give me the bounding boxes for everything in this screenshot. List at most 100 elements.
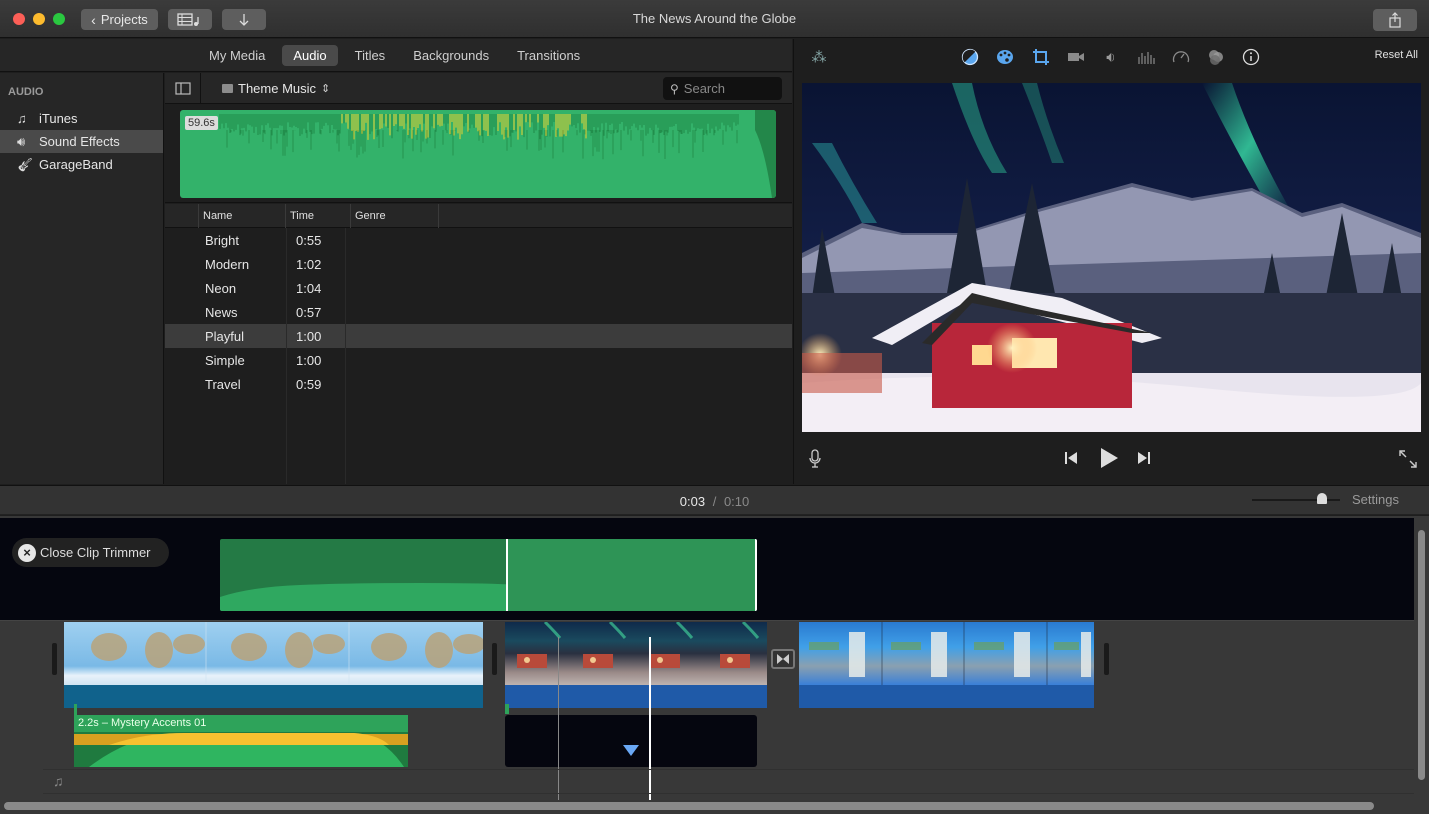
zoom-slider-thumb[interactable]: [1317, 493, 1328, 504]
music-note-icon: ♫: [17, 111, 27, 126]
audio-clip-mystery-accents[interactable]: 2.2s – Mystery Accents 01: [74, 715, 408, 767]
video-clip-northern-lights[interactable]: [505, 622, 767, 708]
tab-titles[interactable]: Titles: [344, 45, 397, 66]
transition-button[interactable]: [771, 649, 795, 669]
audio-preview-waveform[interactable]: 59.6s: [180, 110, 776, 198]
play-button[interactable]: [1099, 447, 1119, 474]
duration-badge: 59.6s: [185, 116, 218, 130]
tab-backgrounds[interactable]: Backgrounds: [402, 45, 500, 66]
table-row[interactable]: News 0:57: [165, 300, 792, 324]
sidebar-item-itunes[interactable]: ♫ iTunes: [0, 107, 163, 130]
black-audio-clip[interactable]: [505, 715, 757, 767]
imovie-window: ‹ Projects The News Around the Globe My …: [0, 0, 1429, 814]
clip-trimmer: × Close Clip Trimmer: [0, 518, 1414, 621]
folder-selector[interactable]: Theme Music ⇕: [222, 81, 330, 96]
folder-icon: [222, 84, 233, 93]
playhead-marker-icon[interactable]: [623, 745, 639, 756]
row-spacer: [165, 324, 199, 348]
reset-all-button[interactable]: Reset All: [1375, 49, 1418, 61]
video-preview[interactable]: [802, 83, 1421, 432]
sidebar-item-label: iTunes: [39, 111, 78, 126]
column-header-time[interactable]: Time: [286, 203, 351, 228]
column-header-genre[interactable]: Genre: [351, 203, 439, 228]
row-spacer: [165, 252, 199, 276]
search-field[interactable]: ⚲: [663, 77, 782, 100]
volume-icon[interactable]: 🔉︎: [1101, 47, 1121, 67]
color-correction-icon[interactable]: [995, 47, 1015, 67]
skip-back-button[interactable]: [1064, 451, 1078, 470]
trim-selection[interactable]: [506, 539, 757, 611]
audio-preview-area: 59.6s: [165, 104, 792, 203]
cell-genre: [351, 348, 439, 372]
cell-time: 1:02: [296, 256, 322, 272]
cell-time: 1:04: [296, 280, 322, 296]
table-row[interactable]: Modern 1:02: [165, 252, 792, 276]
tab-audio[interactable]: Audio: [282, 44, 338, 66]
sidebar-item-sound-effects[interactable]: 🔊︎ Sound Effects: [0, 130, 163, 153]
viewer: ⁂ 🔉︎ Reset All: [793, 39, 1429, 484]
filter-icon[interactable]: [1206, 47, 1226, 67]
sidebar-item-label: GarageBand: [39, 157, 113, 172]
close-icon: ×: [18, 543, 36, 562]
clip-audio-band: [505, 685, 767, 708]
close-trimmer-label: Close Clip Trimmer: [40, 545, 151, 560]
track-handle-right[interactable]: [1104, 643, 1109, 675]
stabilization-icon[interactable]: [1066, 47, 1086, 67]
column-divider: [345, 228, 346, 484]
close-clip-trimmer-button[interactable]: × Close Clip Trimmer: [12, 538, 169, 567]
cell-name: Simple: [205, 352, 245, 368]
row-spacer: [165, 372, 199, 396]
skip-forward-button[interactable]: [1137, 451, 1151, 470]
vertical-scrollbar[interactable]: [1418, 530, 1425, 780]
video-clip-waterfall[interactable]: [799, 622, 1094, 708]
tab-transitions[interactable]: Transitions: [506, 45, 591, 66]
cabin-thumbnail-graphic: [517, 622, 760, 668]
cell-name: Modern: [205, 256, 250, 272]
trimmer-audio-clip[interactable]: [220, 539, 757, 611]
preview-image: [802, 83, 1421, 432]
horizontal-scrollbar[interactable]: [4, 802, 1374, 810]
tab-my-media[interactable]: My Media: [198, 45, 276, 66]
header-spacer: [165, 203, 199, 228]
speaker-icon: 🔊︎: [17, 133, 26, 149]
time-separator: /: [712, 494, 717, 509]
timeline-settings-button[interactable]: Settings: [1352, 492, 1399, 507]
background-music-well[interactable]: ♫: [43, 769, 1414, 794]
cell-genre: [351, 372, 439, 396]
waveform-fadeout: [755, 110, 776, 198]
color-balance-icon[interactable]: [960, 47, 980, 67]
table-row[interactable]: Simple 1:00: [165, 348, 792, 372]
music-note-icon: ♫: [53, 773, 64, 789]
track-handle-left[interactable]: [52, 643, 57, 675]
cell-genre: [351, 324, 439, 348]
voiceover-button[interactable]: [808, 449, 822, 474]
row-spacer: [165, 228, 199, 252]
info-icon[interactable]: [1241, 47, 1261, 67]
cell-time: 0:57: [296, 304, 322, 320]
toggle-sidebar-button[interactable]: [165, 73, 201, 104]
table-row[interactable]: Neon 1:04: [165, 276, 792, 300]
cell-genre: [351, 300, 439, 324]
timeline-zoom-slider[interactable]: [1252, 493, 1340, 504]
timeline: × Close Clip Trimmer 2.2s – Mystery Acce…: [0, 516, 1429, 814]
crop-icon[interactable]: [1031, 47, 1051, 67]
magic-wand-icon[interactable]: ⁂: [809, 47, 829, 67]
table-row[interactable]: Bright 0:55: [165, 228, 792, 252]
speed-icon[interactable]: [1171, 47, 1191, 67]
table-row[interactable]: Travel 0:59: [165, 372, 792, 396]
equalizer-icon[interactable]: [1136, 47, 1156, 67]
track-handle[interactable]: [492, 643, 497, 675]
share-button[interactable]: [1373, 9, 1417, 31]
cell-name: News: [205, 304, 238, 320]
sidebar-toggle-icon: [174, 82, 191, 95]
search-icon: ⚲: [670, 81, 679, 96]
cell-time: 1:00: [296, 352, 322, 368]
video-clip-world-map[interactable]: [64, 622, 483, 708]
sidebar-item-garageband[interactable]: 🎸︎ GarageBand: [0, 153, 163, 176]
column-header-name[interactable]: Name: [199, 203, 286, 228]
table-row[interactable]: Playful 1:00: [165, 324, 792, 348]
search-input[interactable]: [683, 81, 772, 96]
map-thumbnail-graphic: [91, 622, 483, 685]
waterfall-thumbnail-graphic: [809, 622, 1091, 685]
fullscreen-button[interactable]: [1399, 450, 1417, 473]
